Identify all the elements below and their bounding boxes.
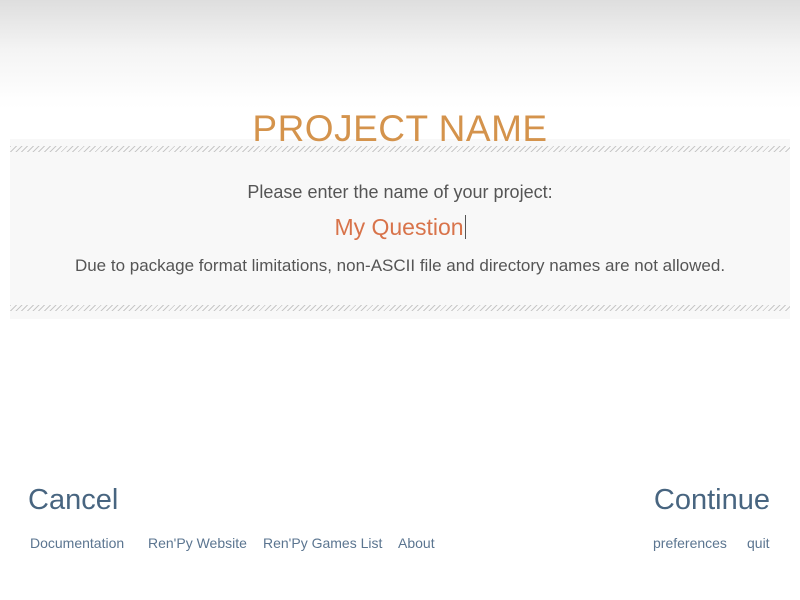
renpy-games-list-link[interactable]: Ren'Py Games List (263, 535, 382, 551)
preferences-link[interactable]: preferences (653, 535, 727, 551)
documentation-link[interactable]: Documentation (30, 535, 124, 551)
ascii-note: Due to package format limitations, non-A… (74, 256, 726, 275)
page-title: PROJECT NAME (252, 108, 548, 149)
about-link[interactable]: About (398, 535, 435, 551)
input-value[interactable]: My Question (334, 214, 463, 240)
text-caret (464, 215, 466, 239)
bottom-divider (10, 305, 790, 311)
project-name-input[interactable]: My Question (0, 214, 800, 241)
continue-button[interactable]: Continue (654, 484, 770, 517)
cancel-button[interactable]: Cancel (28, 484, 118, 517)
prompt-label: Please enter the name of your project: (247, 182, 553, 202)
renpy-website-link[interactable]: Ren'Py Website (148, 535, 247, 551)
quit-link[interactable]: quit (747, 535, 770, 551)
